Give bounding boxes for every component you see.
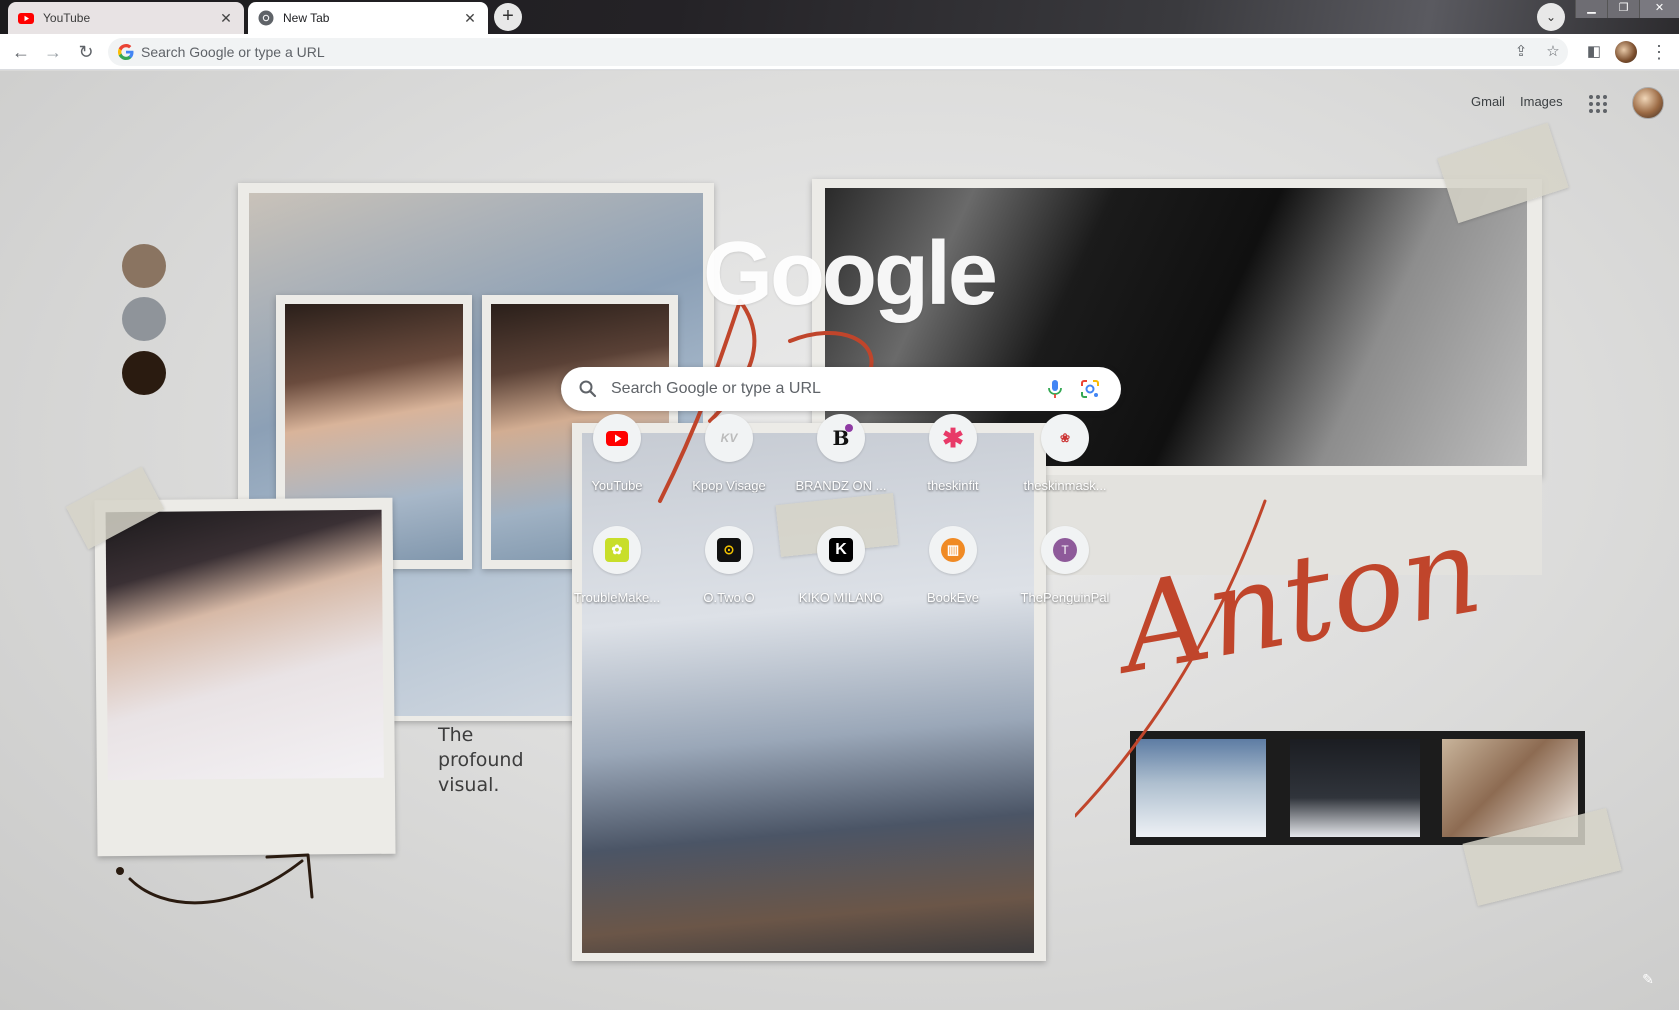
google-g-icon <box>118 44 134 60</box>
caption-line: profound <box>438 749 524 771</box>
youtube-icon <box>606 431 628 446</box>
tab-new-tab[interactable]: New Tab ✕ <box>248 2 488 34</box>
browser-toolbar: ← → ↻ ⇪ ☆ ◧ ⋮ <box>0 34 1679 70</box>
microphone-icon[interactable] <box>1044 378 1066 400</box>
forward-arrow-icon[interactable]: → <box>41 40 65 64</box>
shortcut-label: BRANDZ ON ... <box>795 478 887 493</box>
tab-strip: YouTube ✕ New Tab ✕ + ⌄ ▁ ❐ ✕ <box>0 0 1679 34</box>
address-bar[interactable]: ⇪ ☆ <box>108 38 1568 66</box>
gmail-link[interactable]: Gmail <box>1471 94 1505 109</box>
shortcut-kpop-visage[interactable]: KV Kpop Visage <box>673 414 785 526</box>
skinmask-icon: ❀ <box>1059 431 1071 445</box>
shortcut-icon-circle: ✿ <box>593 526 641 574</box>
caption-line: The <box>438 724 474 746</box>
menu-kebab-icon[interactable]: ⋮ <box>1647 40 1671 64</box>
tab-search-button[interactable]: ⌄ <box>1537 3 1565 31</box>
minimize-button[interactable]: ▁ <box>1575 0 1607 18</box>
shortcut-otwoo[interactable]: ⊙ O.Two.O <box>673 526 785 638</box>
script-stroke-decoration <box>1075 499 1267 818</box>
swatch-gray <box>122 297 166 341</box>
tab-youtube[interactable]: YouTube ✕ <box>8 2 244 34</box>
close-tab-icon[interactable]: ✕ <box>462 10 478 27</box>
shortcut-label: BookEve <box>926 590 980 605</box>
kiko-icon: K <box>829 538 853 562</box>
close-tab-icon[interactable]: ✕ <box>218 10 234 27</box>
restore-button[interactable]: ❐ <box>1607 0 1639 18</box>
polaroid-frame <box>94 497 396 857</box>
bookmark-star-icon[interactable]: ☆ <box>1543 42 1563 62</box>
shortcut-youtube[interactable]: YouTube <box>561 414 673 526</box>
letter-t-icon: T <box>1053 538 1077 562</box>
tab-title: YouTube <box>43 11 91 25</box>
search-icon <box>579 380 597 398</box>
youtube-icon <box>18 13 34 24</box>
book-icon: ▥ <box>941 538 965 562</box>
tab-title: New Tab <box>283 11 330 25</box>
shortcut-icon-circle: B <box>817 414 865 462</box>
shortcut-brandz[interactable]: B BRANDZ ON ... <box>785 414 897 526</box>
otwoo-icon: ⊙ <box>717 538 741 562</box>
caption-line: visual. <box>438 774 500 796</box>
shortcut-kiko-milano[interactable]: K KIKO MILANO <box>785 526 897 638</box>
side-panel-icon[interactable]: ◧ <box>1582 40 1606 64</box>
arrow-doodle <box>116 853 314 905</box>
shortcut-icon-circle <box>593 414 641 462</box>
google-apps-icon[interactable] <box>1587 93 1609 115</box>
shortcut-label: theskinfit <box>927 478 979 493</box>
shortcut-theskinfit[interactable]: ✱ theskinfit <box>897 414 1009 526</box>
google-logo: Google <box>703 224 998 324</box>
shortcut-icon-circle: ⊙ <box>705 526 753 574</box>
shortcut-label: YouTube <box>591 478 643 493</box>
shortcut-troublemaker[interactable]: ✿ TroubleMake... <box>561 526 673 638</box>
shortcut-label: ThePenguinPal <box>1020 590 1110 605</box>
new-tab-button[interactable]: + <box>494 3 522 31</box>
shortcut-label: Kpop Visage <box>692 478 766 493</box>
dot-icon <box>845 424 853 432</box>
address-input[interactable] <box>141 38 1471 66</box>
portrait-photo <box>105 509 384 781</box>
shortcut-icon-circle: ▥ <box>929 526 977 574</box>
close-window-button[interactable]: ✕ <box>1639 0 1679 18</box>
troublemaker-icon: ✿ <box>605 538 629 562</box>
shortcut-label: KIKO MILANO <box>798 590 884 605</box>
account-avatar[interactable] <box>1632 87 1664 119</box>
images-link[interactable]: Images <box>1520 94 1563 109</box>
tape-decoration <box>1437 122 1569 224</box>
share-icon[interactable]: ⇪ <box>1511 42 1531 62</box>
shortcut-icon-circle: KV <box>705 414 753 462</box>
shortcut-label: TroubleMake... <box>573 590 661 605</box>
shortcut-icon-circle: ✱ <box>929 414 977 462</box>
reload-icon[interactable]: ↻ <box>74 40 98 64</box>
theme-caption: The profound visual. <box>438 723 524 798</box>
shortcut-icon-circle: K <box>817 526 865 574</box>
shortcut-icon-circle: ❀ <box>1041 414 1089 462</box>
customize-pencil-icon[interactable]: ✎ <box>1636 967 1660 991</box>
swatch-dark-brown <box>122 351 166 395</box>
new-tab-page: Anton The profound visual. Gmail Images … <box>0 71 1679 1010</box>
shortcut-thepenguinpal[interactable]: T ThePenguinPal <box>1009 526 1121 638</box>
back-arrow-icon[interactable]: ← <box>9 40 33 64</box>
asterisk-icon: ✱ <box>942 423 964 453</box>
shortcut-label: O.Two.O <box>703 590 755 605</box>
profile-avatar[interactable] <box>1615 41 1637 63</box>
search-box[interactable] <box>561 367 1121 411</box>
search-input[interactable] <box>611 367 1041 411</box>
swatch-brown <box>122 244 166 288</box>
shortcut-theskinmask[interactable]: ❀ theskinmask... <box>1009 414 1121 526</box>
shortcut-bookeve[interactable]: ▥ BookEve <box>897 526 1009 638</box>
google-lens-icon[interactable] <box>1079 378 1101 400</box>
shortcut-icon-circle: T <box>1041 526 1089 574</box>
shortcut-label: theskinmask... <box>1023 478 1107 493</box>
kv-logo-icon: KV <box>720 431 738 445</box>
chrome-icon <box>258 10 274 26</box>
